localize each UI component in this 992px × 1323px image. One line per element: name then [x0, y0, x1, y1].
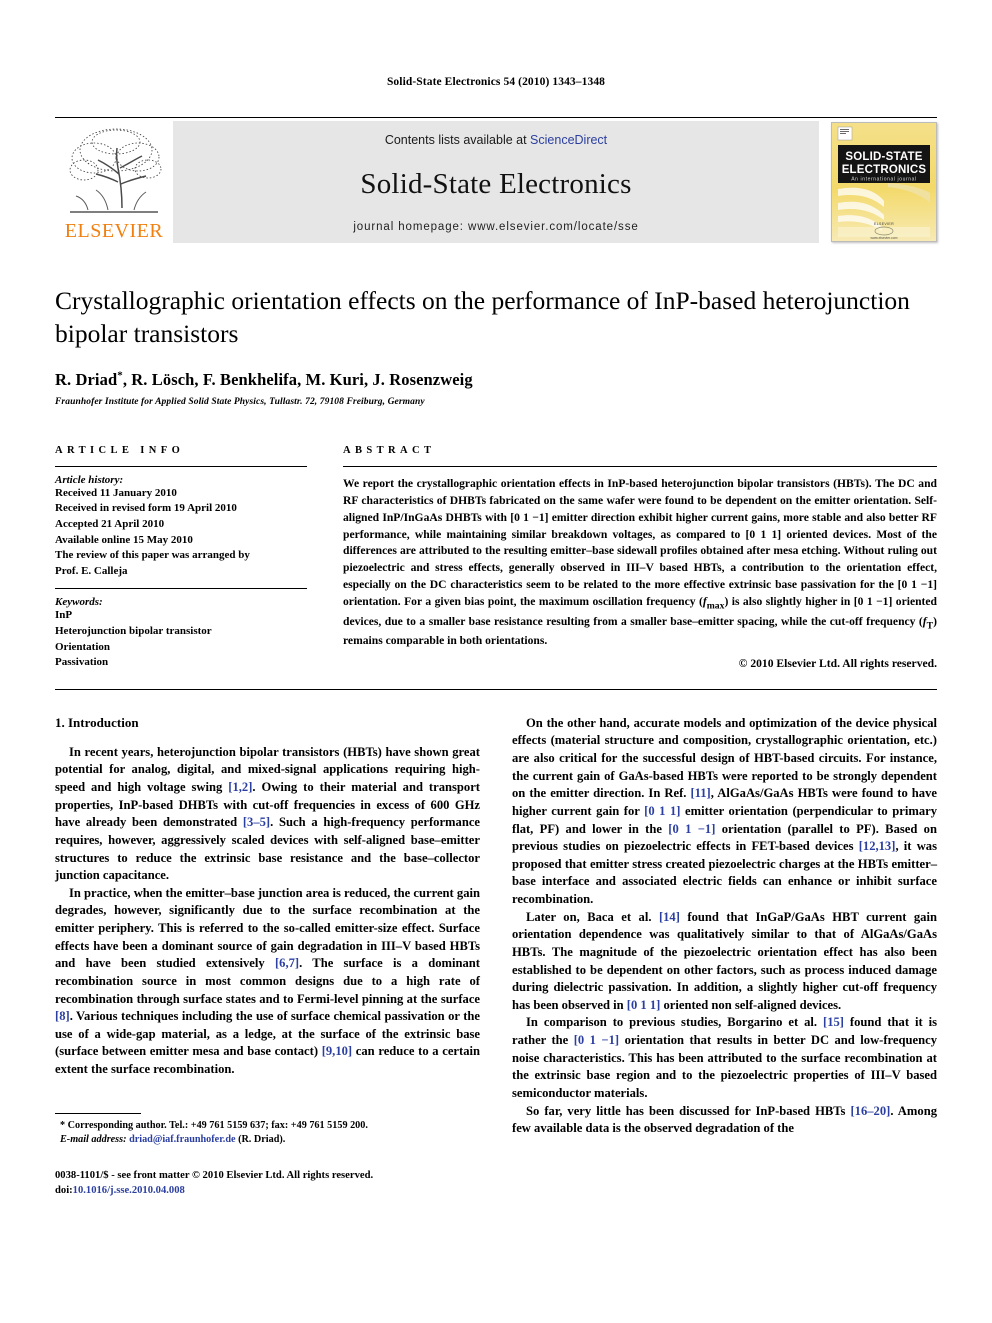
body-paragraph: On the other hand, accurate models and o… [512, 715, 937, 909]
email-label: E-mail address: [60, 1134, 127, 1146]
body-paragraph: Later on, Baca et al. [14] found that In… [512, 909, 937, 1015]
header-divider [55, 117, 937, 118]
keyword-item: InP [55, 609, 73, 622]
body-paragraph: In comparison to previous studies, Borga… [512, 1014, 937, 1102]
abstract-column: ABSTRACT We report the crystallographic … [343, 445, 937, 680]
abstract-copyright: © 2010 Elsevier Ltd. All rights reserved… [738, 656, 937, 670]
sciencedirect-link[interactable]: ScienceDirect [530, 133, 607, 147]
title-block: Crystallographic orientation effects on … [55, 285, 937, 407]
svg-text:ELSEVIER: ELSEVIER [874, 222, 894, 226]
paragraph-text: In recent years, heterojunction bipolar … [55, 744, 480, 883]
elsevier-tree-icon [62, 124, 166, 220]
footnote-rule [55, 1112, 141, 1114]
author-names: R. Driad*, R. Lösch, F. Benkhelifa, M. K… [55, 369, 473, 389]
running-head: Solid-State Electronics 54 (2010) 1343–1… [386, 76, 606, 88]
body-paragraph: In practice, when the emitter–base junct… [55, 885, 480, 1079]
abstract-body-text: We report the crystallographic orientati… [343, 476, 937, 648]
body-columns: 1. Introduction In recent years, heteroj… [55, 715, 937, 1199]
email-link[interactable]: driad@iaf.fraunhofer.de [129, 1134, 235, 1145]
info-abstract-region: ARTICLE INFO Article history: Received 1… [55, 445, 937, 680]
paragraph-text: So far, very little has been discussed f… [512, 1103, 937, 1136]
journal-title: Solid-State Electronics [360, 167, 632, 200]
abstract-text: We report the crystallographic orientati… [343, 467, 937, 650]
email-owner: (R. Driad). [238, 1134, 286, 1146]
journal-banner: Contents lists available at ScienceDirec… [173, 121, 819, 243]
body-left-column: 1. Introduction In recent years, heteroj… [55, 715, 480, 1199]
journal-homepage-line[interactable]: journal homepage: www.elsevier.com/locat… [353, 221, 638, 233]
history-line: Received 11 January 2010 [55, 486, 177, 499]
svg-text:SOLID-STATE: SOLID-STATE [845, 151, 922, 163]
history-line: The review of this paper was arranged by [55, 549, 250, 562]
history-line: Accepted 21 April 2010 [55, 517, 165, 530]
section-heading-introduction: 1. Introduction [55, 714, 139, 730]
history-line: Available online 15 May 2010 [55, 533, 193, 546]
doi-label: doi: [55, 1185, 73, 1197]
keyword-item: Orientation [55, 640, 110, 653]
body-paragraph: In recent years, heterojunction bipolar … [55, 744, 480, 885]
abstract-bottom-divider [55, 688, 937, 690]
affiliation: Fraunhofer Institute for Applied Solid S… [55, 396, 425, 407]
doi-link[interactable]: 10.1016/j.sse.2010.04.008 [73, 1185, 185, 1196]
body-paragraph: So far, very little has been discussed f… [512, 1103, 937, 1138]
imprint-block: 0038-1101/$ - see front matter © 2010 El… [55, 1168, 480, 1199]
footnote-block: * Corresponding author. Tel.: +49 761 51… [55, 1112, 480, 1199]
body-right-column: On the other hand, accurate models and o… [512, 715, 937, 1199]
history-line: Received in revised form 19 April 2010 [55, 502, 237, 515]
svg-text:ELECTRONICS: ELECTRONICS [842, 164, 927, 176]
doi-line: doi:10.1016/j.sse.2010.04.008 [55, 1183, 480, 1198]
cover-artwork: SOLID-STATE ELECTRONICS An international… [832, 123, 936, 241]
keywords-label: Keywords: [55, 596, 103, 609]
elsevier-wordmark: ELSEVIER [64, 220, 164, 242]
article-history-group: Article history: Received 11 January 201… [55, 467, 307, 589]
contents-lists-line: Contents lists available at ScienceDirec… [385, 133, 607, 147]
email-note: E-mail address: driad@iaf.fraunhofer.de … [55, 1133, 480, 1148]
paper-page: Solid-State Electronics 54 (2010) 1343–1… [0, 0, 992, 1323]
keyword-item: Passivation [55, 656, 109, 669]
journal-masthead: ELSEVIER Contents lists available at Sci… [55, 121, 937, 243]
author-list: R. Driad*, R. Lösch, F. Benkhelifa, M. K… [55, 369, 937, 390]
svg-text:www.elsevier.com: www.elsevier.com [871, 236, 898, 240]
paragraph-text: In practice, when the emitter–base junct… [55, 885, 481, 1077]
issn-line: 0038-1101/$ - see front matter © 2010 El… [55, 1170, 374, 1182]
paragraph-text: On the other hand, accurate models and o… [512, 715, 938, 907]
article-history-label: Article history: [55, 473, 124, 486]
corresponding-author-note: * Corresponding author. Tel.: +49 761 51… [60, 1119, 368, 1131]
history-line: Prof. E. Calleja [55, 564, 128, 577]
svg-text:An international journal: An international journal [851, 177, 917, 183]
page-title: Crystallographic orientation effects on … [55, 286, 910, 348]
journal-cover-image: SOLID-STATE ELECTRONICS An international… [831, 122, 937, 242]
paragraph-text: Later on, Baca et al. [14] found that In… [512, 909, 937, 1012]
paragraph-text: In comparison to previous studies, Borga… [512, 1015, 937, 1100]
keywords-group: Keywords: InP Heterojunction bipolar tra… [55, 589, 307, 679]
article-info-heading: ARTICLE INFO [55, 444, 185, 456]
keyword-item: Heterojunction bipolar transistor [55, 625, 212, 638]
elsevier-logo: ELSEVIER [55, 121, 173, 243]
contents-prefix: Contents lists available at [384, 133, 531, 147]
journal-cover-thumbnail: SOLID-STATE ELECTRONICS An international… [819, 121, 937, 243]
abstract-heading: ABSTRACT [343, 444, 436, 456]
article-info-column: ARTICLE INFO Article history: Received 1… [55, 445, 307, 680]
